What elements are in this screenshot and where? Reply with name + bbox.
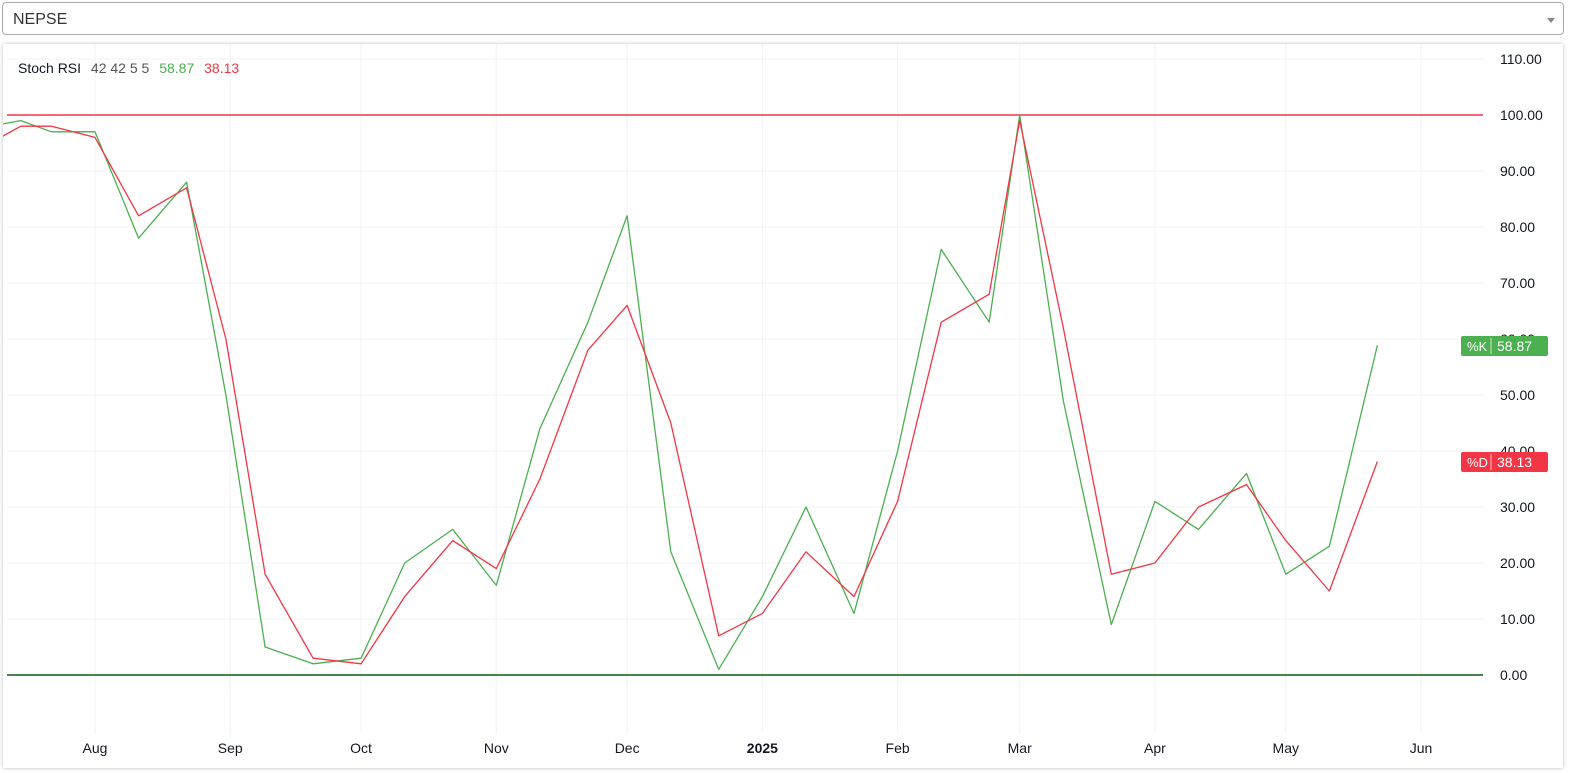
x-tick-label: Jun bbox=[1410, 740, 1433, 756]
legend: Stoch RSI 42 42 5 5 58.87 38.13 bbox=[18, 60, 239, 76]
x-tick-label: Dec bbox=[615, 740, 640, 756]
legend-k-value: 58.87 bbox=[159, 60, 194, 76]
legend-params: 42 42 5 5 bbox=[91, 60, 150, 76]
d-badge: %D 38.13 bbox=[1461, 452, 1548, 472]
x-tick-label: Feb bbox=[886, 740, 910, 756]
chart-panel[interactable]: 110.00100.0090.0080.0070.0060.0050.0040.… bbox=[3, 44, 1563, 768]
x-axis: Aug Sep Oct Nov Dec 2025 Feb Mar Apr May Jun bbox=[83, 740, 1433, 756]
x-tick-label: Nov bbox=[484, 740, 509, 756]
symbol-select-value: NEPSE bbox=[13, 11, 68, 28]
x-tick-label: May bbox=[1273, 740, 1299, 756]
x-tick-label: 2025 bbox=[747, 740, 778, 756]
symbol-select[interactable]: NEPSE bbox=[2, 2, 1564, 35]
y-tick-label: 110.00 bbox=[1500, 51, 1542, 67]
y-tick-label: 30.00 bbox=[1500, 499, 1535, 515]
y-tick-label: 10.00 bbox=[1500, 611, 1535, 627]
x-tick-label: Mar bbox=[1008, 740, 1032, 756]
k-badge: %K 58.87 bbox=[1461, 336, 1548, 356]
k-badge-label: %K bbox=[1467, 339, 1488, 354]
y-tick-label: 90.00 bbox=[1500, 163, 1535, 179]
y-tick-label: 50.00 bbox=[1500, 387, 1535, 403]
d-badge-value: 38.13 bbox=[1497, 454, 1532, 470]
y-tick-label: 80.00 bbox=[1500, 219, 1535, 235]
y-tick-label: 70.00 bbox=[1500, 275, 1535, 291]
k-badge-value: 58.87 bbox=[1497, 338, 1532, 354]
x-tick-label: Oct bbox=[350, 740, 372, 756]
x-tick-label: Apr bbox=[1144, 740, 1166, 756]
k-series-line bbox=[3, 114, 1379, 671]
x-tick-label: Sep bbox=[218, 740, 243, 756]
y-axis: 110.00100.0090.0080.0070.0060.0050.0040.… bbox=[1500, 51, 1543, 683]
y-tick-label: 0.00 bbox=[1500, 667, 1527, 683]
chevron-down-icon[interactable] bbox=[1547, 18, 1555, 23]
series-lines bbox=[3, 114, 1379, 671]
y-tick-label: 20.00 bbox=[1500, 555, 1535, 571]
grid bbox=[7, 44, 1483, 734]
d-badge-label: %D bbox=[1467, 455, 1488, 470]
d-series-line bbox=[3, 119, 1379, 665]
y-tick-label: 100.00 bbox=[1500, 107, 1543, 123]
x-tick-label: Aug bbox=[83, 740, 108, 756]
stoch-rsi-chart[interactable]: 110.00100.0090.0080.0070.0060.0050.0040.… bbox=[3, 44, 1563, 768]
legend-name: Stoch RSI bbox=[18, 60, 81, 76]
legend-d-value: 38.13 bbox=[204, 60, 239, 76]
